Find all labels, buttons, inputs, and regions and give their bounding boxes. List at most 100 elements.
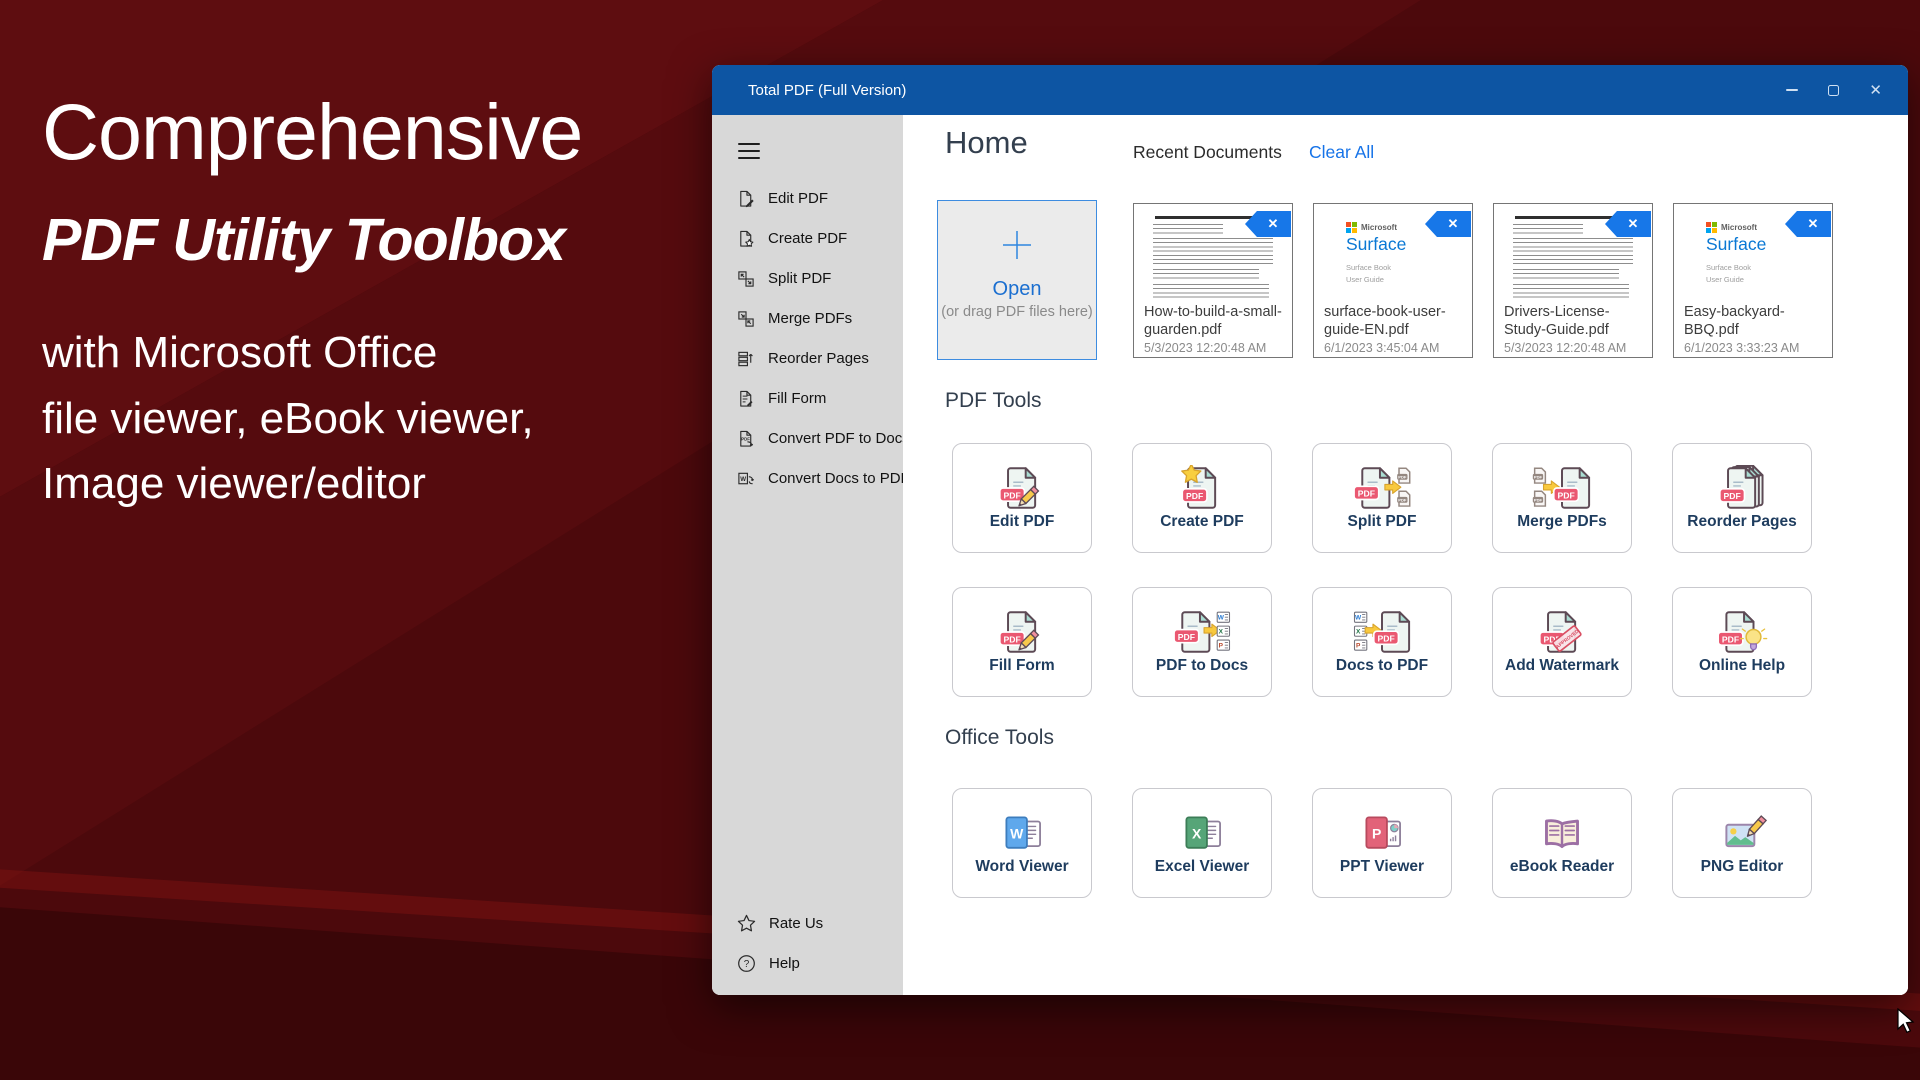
pdf-stacked-pages-icon: [1712, 465, 1772, 511]
tool-card-split-pdf[interactable]: Split PDF: [1312, 443, 1452, 553]
recent-document-card[interactable]: ✕ Drivers-License-Study-Guide.pdf 5/3/20…: [1493, 203, 1653, 358]
pdf-to-office-icon: [1172, 609, 1232, 655]
sidebar-item-label: Edit PDF: [768, 190, 828, 207]
sidebar-item-convert-pdf-to-docs[interactable]: PDF Convert PDF to Docs: [712, 419, 903, 459]
tool-card-ebook-reader[interactable]: eBook Reader: [1492, 788, 1632, 898]
document-name: Drivers-License-Study-Guide.pdf: [1494, 302, 1652, 340]
tool-card-ppt-viewer[interactable]: P PPT Viewer: [1312, 788, 1452, 898]
recent-document-card[interactable]: ✕ Microsoft Surface Surface BookUser Gui…: [1313, 203, 1473, 358]
document-name: How-to-build-a-small-guarden.pdf: [1134, 302, 1292, 340]
help-icon: ?: [737, 954, 756, 973]
image-pencil-icon: [1712, 810, 1772, 856]
recent-document-card[interactable]: ✕ Microsoft Surface Surface BookUser Gui…: [1673, 203, 1833, 358]
tool-label: Online Help: [1699, 657, 1785, 675]
recent-documents-label: Recent Documents: [1133, 142, 1282, 163]
sidebar-item-help[interactable]: ? Help: [712, 943, 903, 983]
svg-text:P: P: [1372, 825, 1381, 841]
tool-label: Word Viewer: [975, 858, 1068, 876]
sidebar-item-fill-form[interactable]: Fill Form: [712, 379, 903, 419]
maximize-button[interactable]: [1828, 85, 1839, 96]
sidebar-item-merge-pdfs[interactable]: Merge PDFs: [712, 299, 903, 339]
recent-document-card[interactable]: ✕ How-to-build-a-small-guarden.pdf 5/3/2…: [1133, 203, 1293, 358]
tool-label: Reorder Pages: [1687, 513, 1796, 531]
sidebar-item-create-pdf[interactable]: Create PDF: [712, 219, 903, 259]
tool-label: Create PDF: [1160, 513, 1244, 531]
window-titlebar[interactable]: Total PDF (Full Version) ✕: [712, 65, 1908, 115]
pdf-doc-pencil-icon: [992, 465, 1052, 511]
tool-label: Excel Viewer: [1155, 858, 1250, 876]
pdf-merge-arrow-icon: [1532, 465, 1592, 511]
tool-card-pdf-to-docs[interactable]: PDF to Docs: [1132, 587, 1272, 697]
sidebar-item-edit-pdf[interactable]: Edit PDF: [712, 179, 903, 219]
tool-card-word-viewer[interactable]: W Word Viewer: [952, 788, 1092, 898]
document-name: Easy-backyard-BBQ.pdf: [1674, 302, 1832, 340]
open-label: Open: [938, 278, 1096, 301]
pdf-lightbulb-icon: [1712, 609, 1772, 655]
tool-card-fill-form[interactable]: Fill Form: [952, 587, 1092, 697]
clear-all-link[interactable]: Clear All: [1309, 142, 1374, 163]
open-book-icon: [1532, 810, 1592, 856]
tool-card-add-watermark[interactable]: APPROVED Add Watermark: [1492, 587, 1632, 697]
fill-form-icon: [737, 390, 755, 408]
hero-description-line: Image viewer/editor: [42, 451, 702, 517]
hero-description-line: with Microsoft Office: [42, 320, 702, 386]
sidebar-item-label: Merge PDFs: [768, 310, 852, 327]
tool-card-merge-pdfs[interactable]: Merge PDFs: [1492, 443, 1632, 553]
split-pdf-icon: [737, 270, 755, 288]
sidebar-item-convert-docs-to-pdf[interactable]: W Convert Docs to PDF: [712, 459, 903, 499]
microsoft-logo-icon: [1706, 222, 1717, 233]
thumb-title: Surface: [1346, 234, 1472, 255]
sidebar-item-reorder-pages[interactable]: Reorder Pages: [712, 339, 903, 379]
hero-description: with Microsoft Office file viewer, eBook…: [42, 320, 702, 517]
sidebar-footer: Rate Us ? Help: [712, 903, 903, 995]
hero-text-block: Comprehensive PDF Utility Toolbox with M…: [42, 86, 702, 517]
tool-label: PPT Viewer: [1340, 858, 1424, 876]
window-title: Total PDF (Full Version): [748, 82, 906, 99]
hamburger-menu-icon[interactable]: [738, 143, 760, 159]
sidebar-item-label: Convert Docs to PDF: [768, 470, 910, 487]
tool-label: Fill Form: [989, 657, 1054, 675]
minimize-button[interactable]: [1786, 89, 1798, 91]
hero-subtitle: PDF Utility Toolbox: [42, 206, 702, 274]
document-date: 6/1/2023 3:45:04 AM: [1314, 341, 1472, 355]
word-document-icon: W: [992, 810, 1052, 856]
tool-card-docs-to-pdf[interactable]: Docs to PDF: [1312, 587, 1452, 697]
hero-description-line: file viewer, eBook viewer,: [42, 386, 702, 452]
tool-card-edit-pdf[interactable]: Edit PDF: [952, 443, 1092, 553]
tool-card-create-pdf[interactable]: Create PDF: [1132, 443, 1272, 553]
document-date: 5/3/2023 12:20:48 AM: [1134, 341, 1292, 355]
tool-label: Edit PDF: [990, 513, 1055, 531]
document-date: 6/1/2023 3:33:23 AM: [1674, 341, 1832, 355]
create-pdf-icon: [737, 230, 755, 248]
plus-icon: [999, 227, 1035, 263]
tool-label: Docs to PDF: [1336, 657, 1428, 675]
sidebar-item-split-pdf[interactable]: Split PDF: [712, 259, 903, 299]
tool-label: Merge PDFs: [1517, 513, 1607, 531]
merge-pdfs-icon: [737, 310, 755, 328]
sidebar-item-label: Create PDF: [768, 230, 847, 247]
tool-card-png-editor[interactable]: PNG Editor: [1672, 788, 1812, 898]
tool-label: eBook Reader: [1510, 858, 1614, 876]
thumb-subtitle: User Guide: [1346, 274, 1472, 286]
tool-card-reorder-pages[interactable]: Reorder Pages: [1672, 443, 1812, 553]
tool-card-online-help[interactable]: Online Help: [1672, 587, 1812, 697]
thumb-subtitle: Surface Book: [1346, 262, 1472, 274]
svg-text:X: X: [1192, 825, 1202, 841]
pdf-approved-stamp-icon: APPROVED: [1532, 609, 1592, 655]
sidebar-item-label: Rate Us: [769, 915, 823, 932]
window-controls: ✕: [1786, 83, 1908, 98]
tool-card-excel-viewer[interactable]: X Excel Viewer: [1132, 788, 1272, 898]
sidebar-item-rate-us[interactable]: Rate Us: [712, 903, 903, 943]
close-button[interactable]: ✕: [1869, 83, 1882, 98]
pdf-split-arrow-icon: [1352, 465, 1412, 511]
pdf-form-pencil-icon: [992, 609, 1052, 655]
sidebar-item-label: Split PDF: [768, 270, 831, 287]
thumb-subtitle: User Guide: [1706, 274, 1832, 286]
convert-pdf-to-docs-icon: PDF: [737, 430, 755, 448]
app-window: Total PDF (Full Version) ✕ Edit PDF Crea…: [712, 65, 1908, 995]
open-file-card[interactable]: Open (or drag PDF files here): [937, 200, 1097, 360]
section-title-pdf-tools: PDF Tools: [945, 389, 1041, 413]
reorder-pages-icon: [737, 350, 755, 368]
sidebar-item-label: Reorder Pages: [768, 350, 869, 367]
page-title: Home: [945, 125, 1028, 161]
